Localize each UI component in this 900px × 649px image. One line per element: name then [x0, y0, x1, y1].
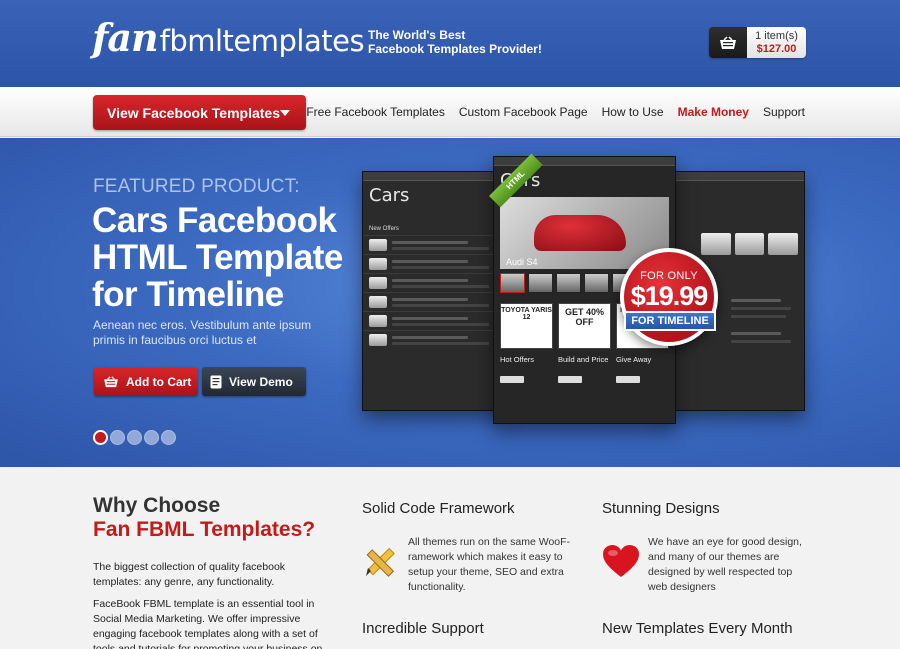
slider-dot[interactable]: [161, 430, 176, 445]
mockup-section-label: New Offers: [369, 226, 399, 232]
nav-link-make-money[interactable]: Make Money: [678, 105, 749, 119]
why-heading-line2: Fan FBML Templates?: [93, 518, 316, 541]
tagline-line2: Facebook Templates Provider!: [368, 42, 542, 56]
why-paragraph-2: FaceBook FBML template is an essential t…: [93, 598, 323, 649]
heart-icon: [602, 544, 640, 585]
nav-link-custom-page[interactable]: Custom Facebook Page: [459, 105, 588, 119]
nav-links: Free Facebook Templates Custom Facebook …: [306, 105, 805, 119]
main-nav: View Facebook Templates Free Facebook Te…: [0, 87, 900, 137]
dropdown-label: View Facebook Templates: [107, 104, 280, 121]
feature-text: We have an eye for good design, and many…: [648, 536, 802, 593]
slider-dot[interactable]: [127, 430, 142, 445]
chevron-down-icon: [280, 110, 290, 116]
price-for-only: FOR ONLY: [640, 270, 698, 282]
nav-link-support[interactable]: Support: [763, 105, 805, 119]
why-heading: Why Choose Fan FBML Templates?: [93, 494, 315, 542]
view-demo-label: View Demo: [229, 374, 293, 389]
price-ribbon: FOR TIMELINE: [624, 311, 716, 331]
why-paragraph-1: The biggest collection of quality facebo…: [93, 561, 286, 588]
cart-item-count: 1 item(s): [755, 30, 798, 42]
feature-incredible-support: Incredible Support: [362, 620, 484, 637]
hero-description: Aenean nec eros. Vestibulum ante ipsum p…: [93, 318, 312, 347]
mockup-screen-left: Cars New Offers: [362, 171, 507, 411]
price-badge: FOR ONLY $19.99: [620, 248, 718, 346]
hero-slider: FEATURED PRODUCT: Cars Facebook HTML Tem…: [0, 138, 900, 467]
price-value: $19.99: [630, 281, 709, 311]
feature-solid-code: Solid Code Framework All themes run on t…: [362, 500, 570, 593]
hero-title: Cars Facebook HTML Template for Timeline: [92, 201, 343, 314]
feature-title: Stunning Designs: [602, 500, 720, 517]
slider-dots: [93, 430, 176, 445]
logo-brand-text: fbmltemplates: [159, 24, 365, 58]
basket-icon: [709, 27, 747, 58]
slider-dot[interactable]: [110, 430, 125, 445]
add-to-cart-button[interactable]: Add to Cart: [94, 367, 198, 396]
add-to-cart-label: Add to Cart: [126, 374, 192, 389]
site-header: fan fbmltemplates The World's Best Faceb…: [0, 0, 900, 87]
nav-link-how-to-use[interactable]: How to Use: [602, 105, 664, 119]
view-demo-button[interactable]: View Demo: [202, 367, 306, 396]
cart-total: $127.00: [756, 43, 797, 55]
view-templates-dropdown[interactable]: View Facebook Templates: [93, 95, 306, 130]
tagline: The World's Best Facebook Templates Prov…: [368, 28, 542, 56]
document-icon: [210, 375, 222, 388]
feature-title: Incredible Support: [362, 620, 484, 637]
logo-fan-text: fan: [92, 15, 159, 60]
mockup-site-title: Cars: [369, 185, 410, 206]
cart-widget[interactable]: 1 item(s) $127.00: [709, 27, 806, 58]
feature-title: Solid Code Framework: [362, 500, 515, 517]
nav-link-free-templates[interactable]: Free Facebook Templates: [306, 105, 445, 119]
feature-new-templates: New Templates Every Month: [602, 620, 793, 637]
mockup-card: TOYOTA YARIS 12 Hot Offers: [500, 303, 553, 383]
pencil-ruler-icon: [362, 544, 398, 585]
feature-stunning-designs: Stunning Designs We have an eye for good…: [602, 500, 802, 593]
mockup-card: GET 40% OFF Build and Price: [558, 303, 611, 383]
tagline-line1: The World's Best: [368, 28, 466, 42]
why-heading-line1: Why Choose: [93, 494, 221, 517]
mockup-car-label: Audi S4: [506, 257, 538, 267]
slider-dot[interactable]: [93, 430, 108, 445]
feature-title: New Templates Every Month: [602, 620, 793, 637]
cart-summary: 1 item(s) $127.00: [747, 27, 806, 58]
site-logo[interactable]: fan fbmltemplates: [92, 15, 365, 60]
basket-icon: [104, 375, 118, 387]
feature-text: All themes run on the same WooF-ramework…: [408, 536, 571, 593]
slider-dot[interactable]: [144, 430, 159, 445]
featured-label: FEATURED PRODUCT:: [93, 176, 300, 197]
